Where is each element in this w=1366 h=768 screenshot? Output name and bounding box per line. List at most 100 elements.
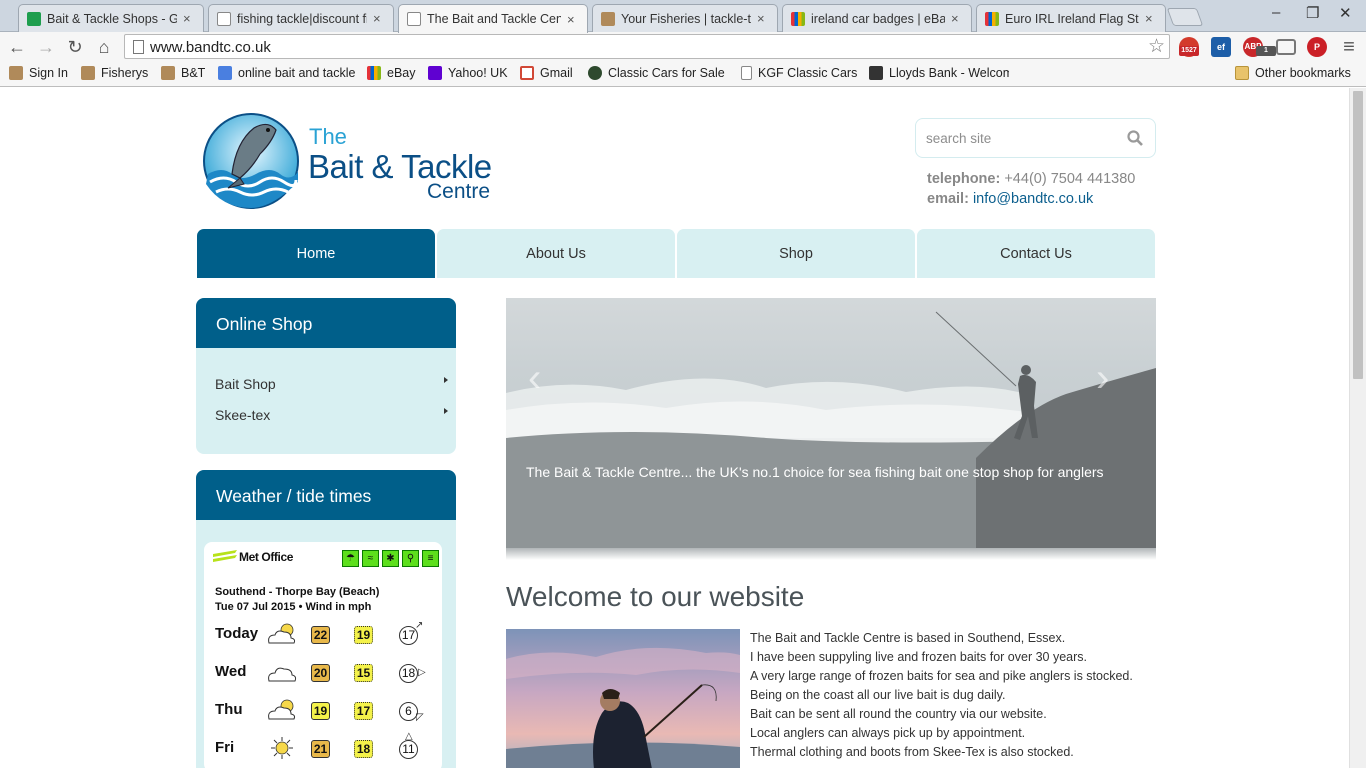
browser-tab[interactable]: Your Fisheries | tackle-tr × [592, 4, 778, 32]
tab-title: Euro IRL Ireland Flag Sta [1005, 11, 1139, 26]
contact-details: telephone: +44(0) 7504 441380 email: inf… [927, 169, 1135, 209]
menu-item-bait-shop[interactable]: Bait Shop [215, 376, 276, 392]
bookmark-item[interactable]: Gmail [520, 66, 573, 80]
main-nav: Home About Us Shop Contact Us [197, 229, 1155, 278]
wind-speed: 11 △ [399, 732, 418, 759]
wind-speed: 17 ↗ [399, 621, 423, 645]
close-tab-icon[interactable]: × [951, 11, 963, 26]
folder-icon [1235, 66, 1249, 80]
walker-icon[interactable]: ⚲ [402, 550, 419, 567]
back-icon[interactable]: ← [6, 36, 28, 58]
page-icon [407, 12, 421, 26]
tab-title: fishing tackle|discount fi [237, 11, 367, 26]
menu-icon[interactable]: ≡ [1338, 36, 1360, 58]
wind-speed: 6 ◸ [399, 702, 424, 723]
wind-direction-icon: ↗ [415, 620, 424, 631]
bookmark-item[interactable]: Classic Cars for Sale [588, 66, 728, 80]
forecast-day: Wed [215, 663, 247, 680]
browser-tab[interactable]: Euro IRL Ireland Flag Sta × [976, 4, 1166, 32]
forecast-day: Thu [215, 701, 243, 718]
hero-slider[interactable]: ‹ › The Bait & Tackle Centre... the UK's… [506, 298, 1156, 548]
nav-home[interactable]: Home [197, 229, 435, 278]
bookmark-item[interactable]: Fisherys [81, 66, 148, 80]
bookmark-label: B&T [181, 66, 206, 80]
min-temp: 15 [354, 664, 373, 682]
extension-badge: 1 [1256, 46, 1276, 56]
met-office-logo-icon [213, 550, 237, 562]
address-bar[interactable]: www.bandtc.co.uk ☆ [124, 34, 1170, 59]
welcome-heading: Welcome to our website [506, 581, 805, 612]
url-text[interactable]: www.bandtc.co.uk [150, 39, 271, 56]
weather-title: Weather / tide times [196, 470, 456, 520]
minimize-icon[interactable]: – [1272, 4, 1280, 21]
wind-value: 11 [402, 742, 415, 756]
search-input[interactable]: search site [915, 118, 1156, 158]
wind-direction-icon: △ [405, 731, 413, 742]
bookmark-item[interactable]: Yahoo! UK [428, 66, 508, 80]
bookmark-star-icon[interactable]: ☆ [1148, 35, 1165, 58]
forecast-row: Wed 20 15 18 ▷ [215, 663, 435, 693]
box-icon [161, 66, 175, 80]
slider-prev-icon[interactable]: ‹ [528, 356, 541, 401]
location-name: Southend - Thorpe Bay (Beach) [215, 586, 380, 598]
bookmark-label: Other bookmarks [1255, 66, 1351, 80]
weather-panel: Weather / tide times Met Office ☂ ≈ ✱ ⚲ … [196, 470, 456, 768]
close-tab-icon[interactable]: × [757, 11, 769, 26]
bookmark-item[interactable]: B&T [161, 66, 205, 80]
page-scrollbar[interactable] [1349, 88, 1366, 768]
bookmark-item[interactable]: online bait and tackle [218, 66, 356, 80]
close-tab-icon[interactable]: × [373, 11, 385, 26]
new-tab-button[interactable] [1166, 8, 1204, 26]
slider-next-icon[interactable]: › [1096, 356, 1109, 401]
web-page: The Bait & Tackle Centre search site tel… [0, 88, 1349, 768]
weather-map-icon[interactable]: ☂ [342, 550, 359, 567]
close-window-icon[interactable]: ✕ [1339, 4, 1352, 22]
bookmark-label: Yahoo! UK [448, 66, 508, 80]
browser-tab[interactable]: fishing tackle|discount fi × [208, 4, 394, 32]
close-tab-icon[interactable]: × [183, 11, 195, 26]
bookmark-item[interactable]: KGF Classic Cars [741, 66, 857, 80]
welcome-text: The Bait and Tackle Centre is based in S… [750, 629, 1133, 762]
snow-icon[interactable]: ✱ [382, 550, 399, 567]
nav-about-us[interactable]: About Us [437, 229, 675, 278]
min-temp: 17 [354, 702, 373, 720]
met-office-widget: Met Office ☂ ≈ ✱ ⚲ ≡ Southend - Thorpe B… [204, 542, 442, 768]
list-icon[interactable]: ≡ [422, 550, 439, 567]
forward-icon[interactable]: → [35, 36, 57, 58]
cast-icon[interactable] [1276, 39, 1296, 55]
welcome-line: Local anglers can always pick up by appo… [750, 726, 1026, 740]
tab-title: Your Fisheries | tackle-tr [621, 11, 751, 26]
max-temp: 21 [311, 740, 330, 758]
browser-tab-active[interactable]: The Bait and Tackle Cen × [398, 4, 588, 33]
surf-icon[interactable]: ≈ [362, 550, 379, 567]
telephone-value: +44(0) 7504 441380 [1004, 171, 1136, 187]
nav-contact-us[interactable]: Contact Us [917, 229, 1155, 278]
home-icon[interactable]: ⌂ [93, 36, 115, 58]
pinterest-icon[interactable]: P [1307, 37, 1327, 57]
met-office-name: Met Office [239, 550, 294, 564]
min-temp: 19 [354, 626, 373, 644]
other-bookmarks[interactable]: Other bookmarks [1235, 66, 1351, 80]
browser-tab[interactable]: Bait & Tackle Shops - Go × [18, 4, 204, 32]
ef-extension-icon[interactable]: ef [1211, 37, 1231, 57]
tab-title: Bait & Tackle Shops - Go [47, 11, 177, 26]
logo-subtitle: Centre [427, 180, 491, 203]
bookmark-item[interactable]: Lloyds Bank - Welcom [869, 66, 1009, 80]
reload-icon[interactable]: ↻ [64, 36, 86, 58]
browser-tab[interactable]: ireland car badges | eBay × [782, 4, 972, 32]
close-tab-icon[interactable]: × [567, 12, 579, 27]
fish-logo-icon[interactable] [202, 112, 302, 210]
restore-icon[interactable]: ❐ [1306, 4, 1319, 22]
email-link[interactable]: info@bandtc.co.uk [973, 191, 1093, 207]
email-label: email: [927, 191, 969, 207]
bookmark-item[interactable]: eBay [367, 66, 416, 80]
welcome-line: Being on the coast all our live bait is … [750, 688, 1006, 702]
close-tab-icon[interactable]: × [1145, 11, 1157, 26]
sunny-intervals-icon [268, 699, 296, 720]
bookmark-item[interactable]: Sign In [9, 66, 68, 80]
browser-tabstrip: Bait & Tackle Shops - Go × fishing tackl… [0, 0, 1366, 33]
nav-shop[interactable]: Shop [677, 229, 915, 278]
search-icon[interactable] [1127, 130, 1143, 146]
scrollbar-thumb[interactable] [1353, 91, 1363, 379]
menu-item-skee-tex[interactable]: Skee-tex [215, 407, 270, 423]
